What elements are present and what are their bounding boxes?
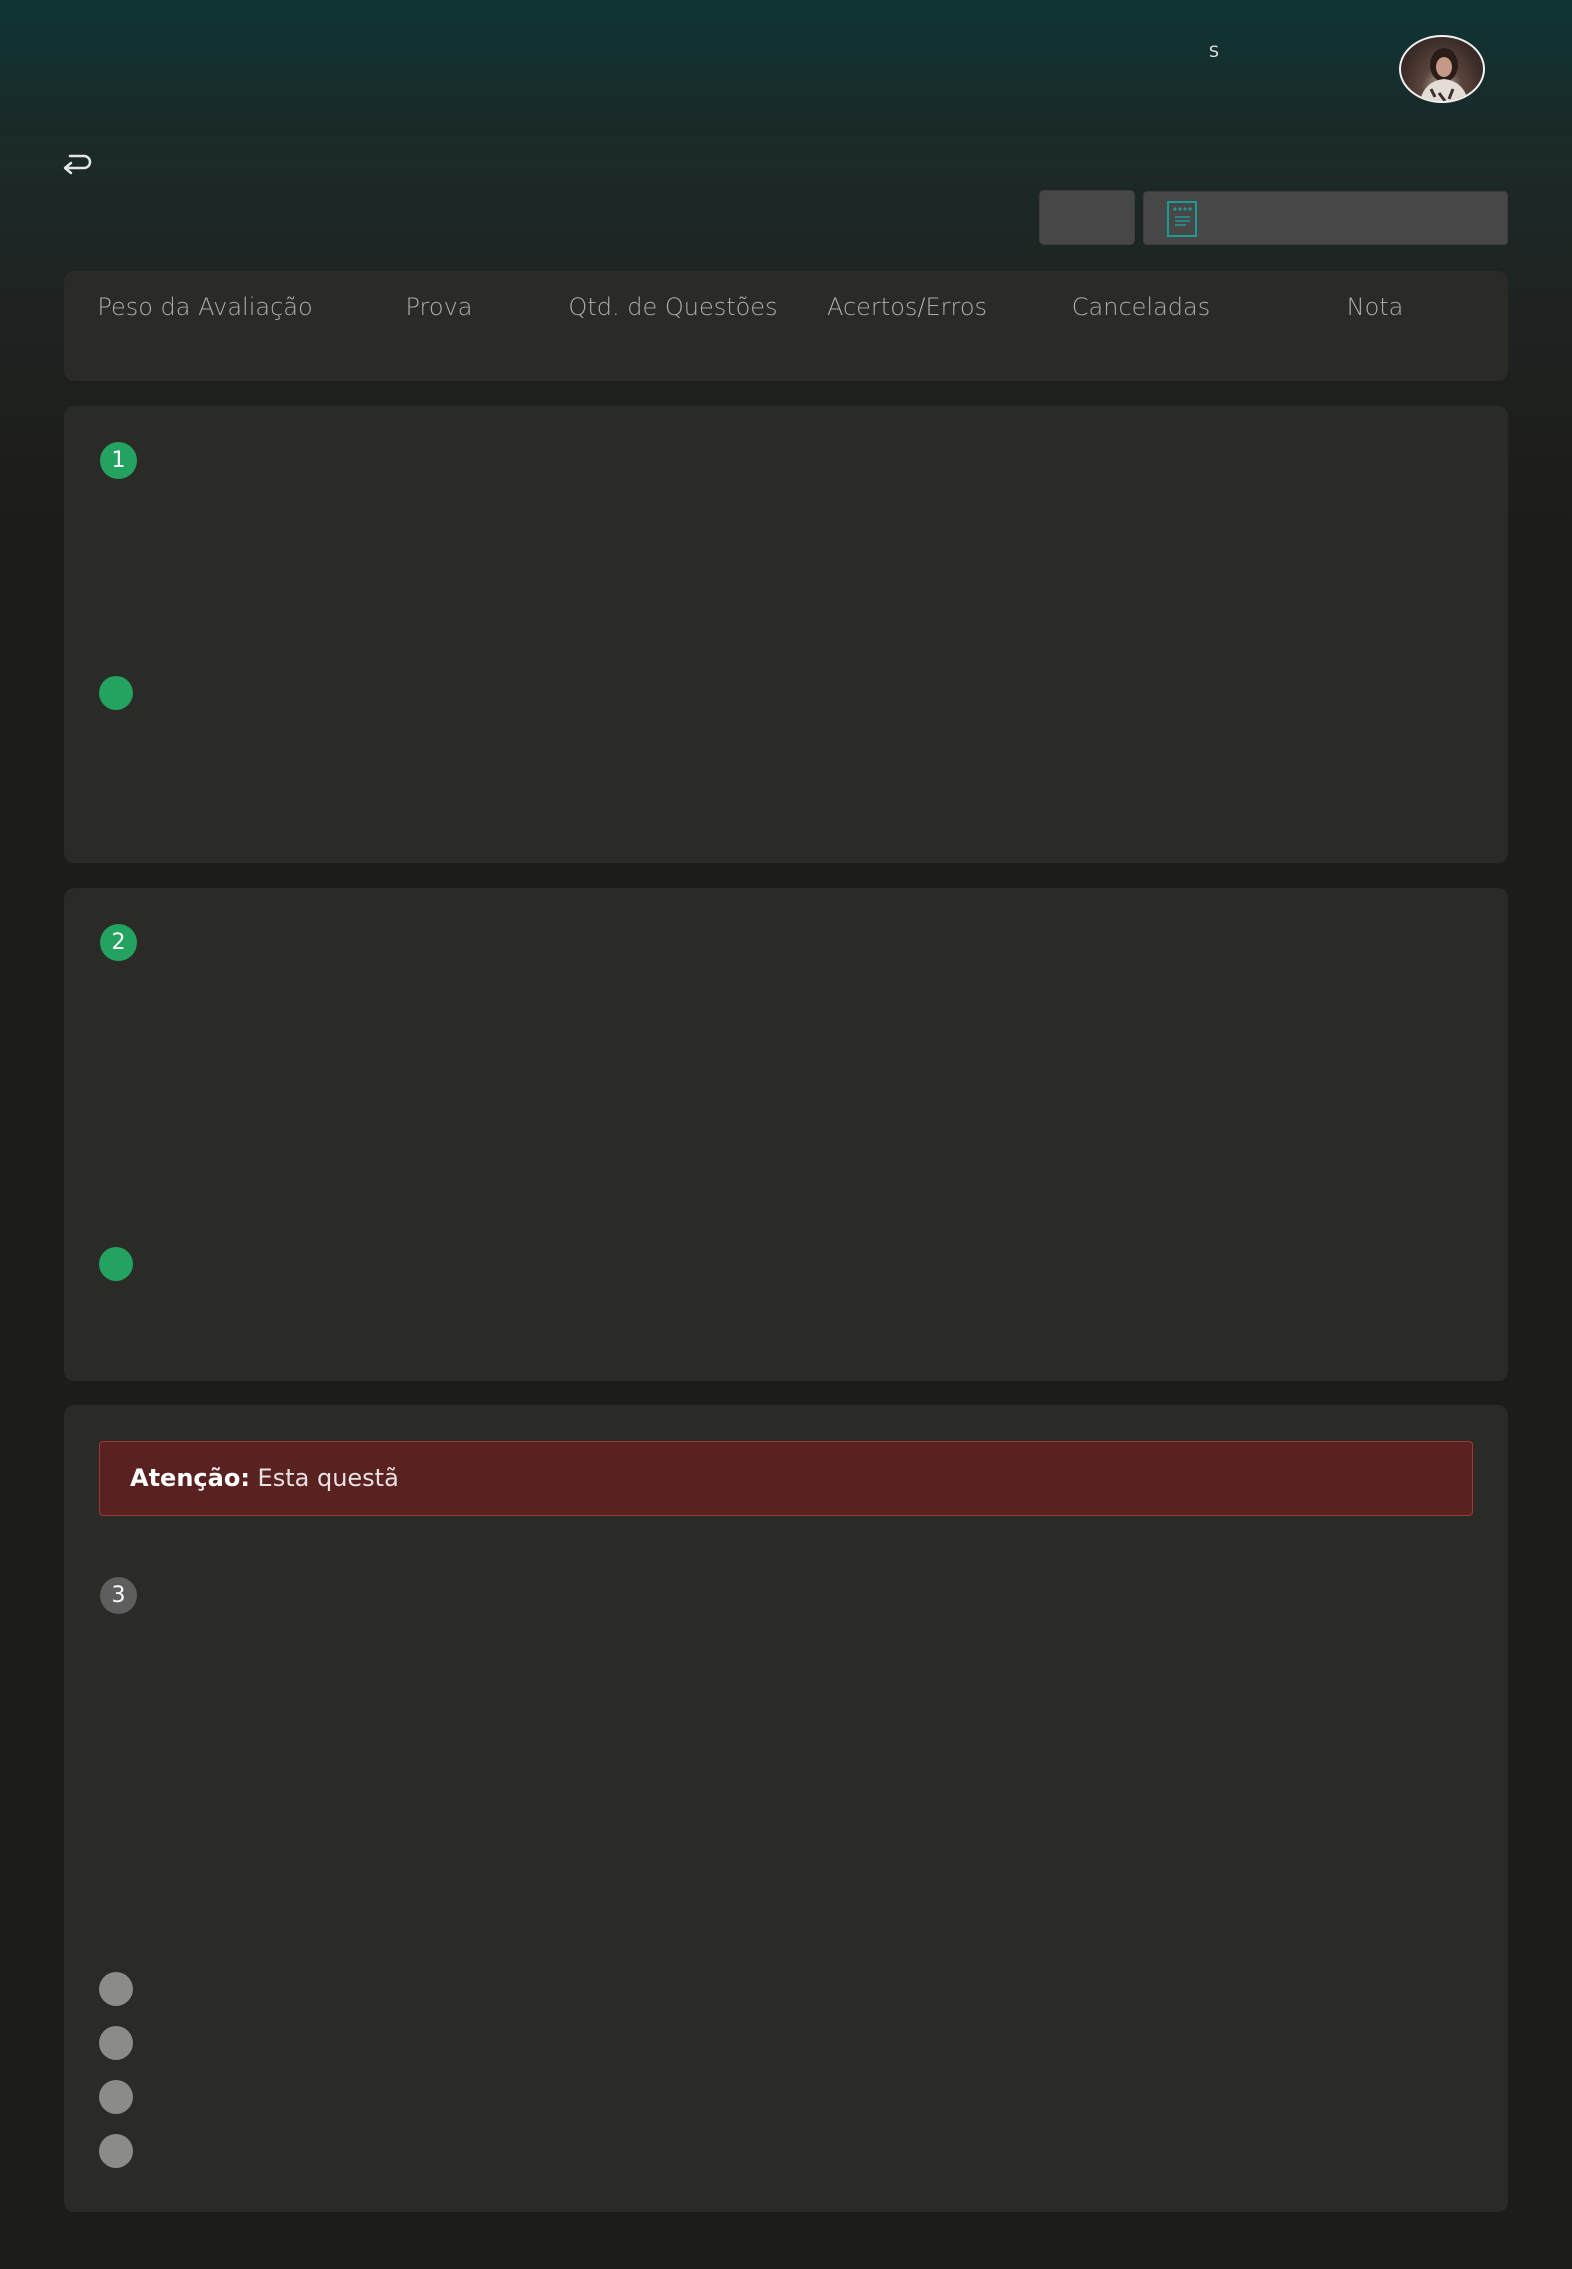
document-icon [1167, 201, 1197, 237]
alert-label: Atenção: [130, 1464, 250, 1492]
question-number: 2 [100, 924, 137, 961]
alert-text: Esta questã [249, 1464, 399, 1492]
summary-col-exam: Prova [405, 293, 473, 321]
answer-option-selected[interactable] [99, 1247, 133, 1281]
question-number: 3 [100, 1577, 137, 1614]
question-card-3: Atenção: Esta questã 3 [64, 1405, 1508, 2212]
summary-col-correct-wrong: Acertos/Erros [826, 293, 988, 321]
return-arrow-icon [63, 154, 92, 175]
answer-option-selected[interactable] [99, 676, 133, 710]
summary-col-grade: Nota [1346, 293, 1404, 321]
answer-option[interactable] [99, 2080, 133, 2114]
summary-col-question-count: Qtd. de Questões [568, 293, 778, 321]
user-name: S [1208, 42, 1220, 61]
answer-option[interactable] [99, 2026, 133, 2060]
answer-option[interactable] [99, 1972, 133, 2006]
cancelled-question-alert: Atenção: Esta questã [99, 1441, 1473, 1516]
summary-header: Peso da Avaliação Prova Qtd. de Questões… [64, 271, 1508, 381]
summary-col-cancelled: Canceladas [1071, 293, 1211, 321]
avatar[interactable] [1399, 35, 1485, 103]
action-button[interactable] [1039, 190, 1135, 245]
answer-option[interactable] [99, 2134, 133, 2168]
top-bar [0, 0, 1572, 136]
document-button[interactable] [1143, 191, 1508, 245]
question-card-1: 1 [64, 406, 1508, 863]
back-button[interactable] [60, 148, 94, 178]
question-number: 1 [100, 442, 137, 479]
summary-col-weight: Peso da Avaliação [97, 293, 313, 321]
question-card-2: 2 [64, 888, 1508, 1381]
